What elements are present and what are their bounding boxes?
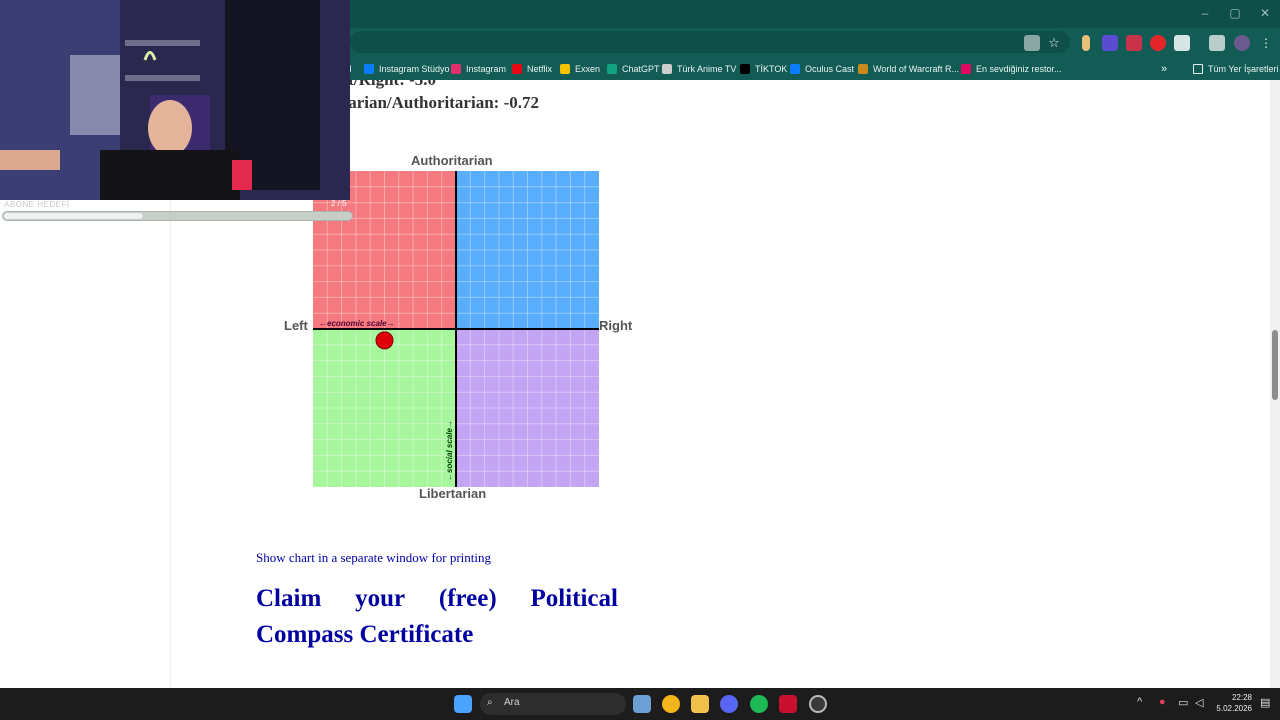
yemeksepeti-icon <box>961 64 971 74</box>
stream-goal-label: ABONE HEDEFİ <box>4 200 70 209</box>
folder-icon <box>1193 64 1203 74</box>
bookmark-item[interactable]: ChatGPT <box>607 62 660 76</box>
app-icon[interactable] <box>779 695 797 713</box>
bookmark-item[interactable]: World of Warcraft R... <box>858 62 959 76</box>
heading-word: your <box>355 585 406 612</box>
file-explorer-icon[interactable] <box>691 695 709 713</box>
obs-icon[interactable] <box>809 695 827 713</box>
taskbar-search[interactable] <box>480 693 626 715</box>
all-bookmarks-folder[interactable]: Tüm Yer İşaretleri <box>1193 62 1279 76</box>
bookmark-item[interactable]: TİKTOK <box>740 62 787 76</box>
address-bar[interactable] <box>350 31 1070 53</box>
task-view-icon[interactable] <box>633 695 651 713</box>
meta-icon <box>364 64 374 74</box>
extension-icon[interactable] <box>1102 35 1118 51</box>
social-scale-label: ←social scale→ <box>445 420 454 481</box>
taskbar-search-placeholder: Ara <box>504 697 520 708</box>
discord-icon[interactable] <box>720 695 738 713</box>
axis-label-authoritarian: Authoritarian <box>411 153 493 168</box>
chevron-up-icon[interactable]: ^ <box>1137 696 1142 708</box>
chrome-icon[interactable] <box>662 695 680 713</box>
translate-icon[interactable] <box>1024 35 1040 51</box>
axis-label-right: Right <box>599 318 633 333</box>
start-icon[interactable] <box>454 695 472 713</box>
bookmark-item[interactable]: Oculus Cast <box>790 62 854 76</box>
print-chart-link[interactable]: Show chart in a separate window for prin… <box>256 550 491 566</box>
anime-icon <box>662 64 672 74</box>
spotify-icon[interactable] <box>750 695 768 713</box>
bookmark-item[interactable]: Türk Anime TV <box>662 62 736 76</box>
clock-date[interactable]: 5.02.2026 <box>1210 704 1252 713</box>
certificate-heading-line2[interactable]: Compass Certificate <box>256 621 618 649</box>
economic-scale-label: ←economic scale→ <box>319 319 395 328</box>
bookmark-item[interactable]: Netflix <box>512 62 552 76</box>
axis-label-left: Left <box>284 318 308 333</box>
social-score: rtarian/Authoritarian: -0.72 <box>335 93 539 112</box>
menu-icon[interactable]: ⋮ <box>1258 35 1274 51</box>
heading-word: (free) <box>438 585 497 612</box>
certificate-heading-line1[interactable]: Claim your (free) Political <box>256 585 618 613</box>
star-icon[interactable]: ☆ <box>1046 35 1062 51</box>
political-compass-chart: ←economic scale→ ←social scale→ <box>313 171 599 487</box>
warcraft-icon <box>858 64 868 74</box>
extension-icon[interactable] <box>1082 35 1090 51</box>
scrollbar-thumb[interactable] <box>1272 330 1278 400</box>
heading-word: Claim <box>256 585 322 612</box>
meta-icon <box>790 64 800 74</box>
compass-result-point <box>375 331 394 350</box>
webcam-feed <box>0 0 350 200</box>
minimize-icon[interactable]: – <box>1198 6 1212 20</box>
microphone-icon[interactable]: ● <box>1159 696 1166 708</box>
more-bookmarks-button[interactable]: » <box>1161 62 1167 76</box>
netflix-icon <box>512 64 522 74</box>
puzzle-icon[interactable] <box>1174 35 1190 51</box>
stream-goal-counter: 2 / 5 <box>331 199 347 208</box>
extension-icon[interactable] <box>1150 35 1166 51</box>
notification-icon[interactable]: ▤ <box>1260 696 1270 709</box>
bookmark-item[interactable]: Instagram <box>451 62 506 76</box>
scrollbar[interactable] <box>1270 80 1280 688</box>
tiktok-icon <box>740 64 750 74</box>
instagram-icon <box>451 64 461 74</box>
bookmark-item[interactable]: En sevdiğiniz restor... <box>961 62 1062 76</box>
exxen-icon <box>560 64 570 74</box>
stream-goal-progress-fill <box>4 213 143 219</box>
economic-score: eft/Right: -5.0 <box>335 80 436 90</box>
volume-icon[interactable]: ◁ <box>1195 696 1203 709</box>
network-icon[interactable]: ▭ <box>1178 696 1188 709</box>
webcam-overlay <box>0 0 350 200</box>
bookmark-item[interactable]: Instagram Stüdyo <box>364 62 450 76</box>
extension-icon[interactable] <box>1126 35 1142 51</box>
axis-label-libertarian: Libertarian <box>419 486 487 501</box>
close-icon[interactable]: ✕ <box>1258 6 1272 20</box>
chatgpt-icon <box>607 64 617 74</box>
clock-time[interactable]: 22:28 <box>1222 693 1252 702</box>
heading-word: Political <box>530 585 618 612</box>
avatar[interactable] <box>1234 35 1250 51</box>
bookmark-item[interactable]: Exxen <box>560 62 600 76</box>
media-icon[interactable] <box>1209 35 1225 51</box>
search-icon: ⌕ <box>487 697 493 708</box>
maximize-icon[interactable]: ▢ <box>1228 6 1242 20</box>
